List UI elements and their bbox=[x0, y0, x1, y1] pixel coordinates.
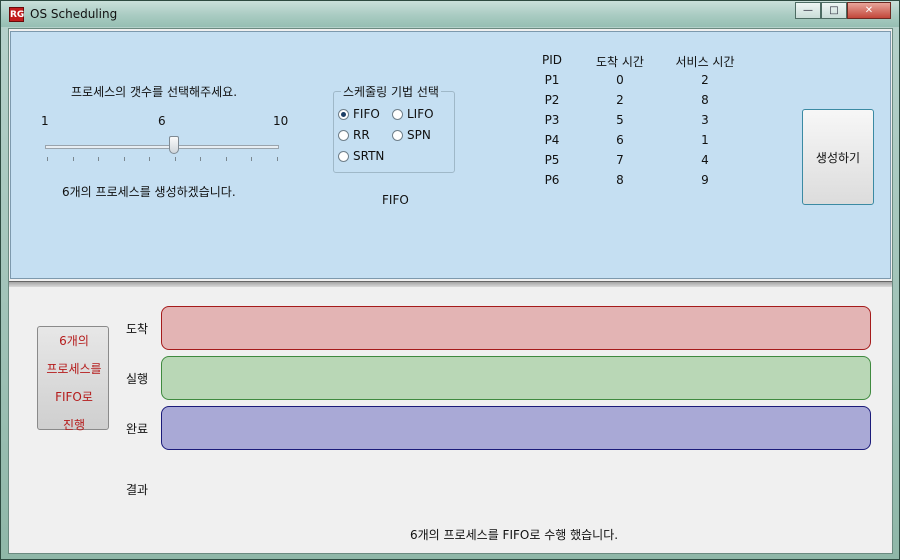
radio-srtn-label: SRTN bbox=[353, 149, 385, 163]
radio-dot-lifo bbox=[392, 108, 403, 120]
table-cell: P2 bbox=[544, 93, 560, 107]
close-button[interactable]: ✕ bbox=[847, 2, 891, 19]
panel-splitter[interactable] bbox=[9, 281, 892, 287]
slider-tick bbox=[72, 157, 74, 161]
slider-tick bbox=[276, 157, 278, 161]
radio-spn[interactable]: SPN bbox=[392, 128, 431, 142]
radio-lifo-label: LIFO bbox=[407, 107, 434, 121]
slider-tick bbox=[225, 157, 227, 161]
table-cell: P1 bbox=[544, 73, 560, 87]
window-controls: — □ ✕ bbox=[795, 2, 891, 19]
table-cell: 8 bbox=[616, 173, 624, 187]
app-icon: RG bbox=[9, 7, 24, 22]
settings-panel: 프로세스의 갯수를 선택해주세요. 1 6 10 6개의 프로세스를 생성하겠습… bbox=[10, 31, 891, 279]
status-line: 6개의 bbox=[59, 334, 89, 348]
status-line: 프로세스를 bbox=[46, 362, 102, 376]
minimize-button[interactable]: — bbox=[795, 2, 821, 19]
table-header-pid: PID bbox=[541, 53, 562, 67]
arrive-lane bbox=[161, 306, 871, 350]
slider-min-label: 1 bbox=[41, 114, 49, 128]
slider-thumb[interactable] bbox=[169, 136, 180, 154]
radio-rr-label: RR bbox=[353, 128, 370, 142]
slider-max-label: 10 bbox=[273, 114, 289, 128]
radio-dot-srtn bbox=[338, 150, 349, 162]
table-cell: 1 bbox=[701, 133, 709, 147]
table-cell: 9 bbox=[701, 173, 709, 187]
process-count-slider[interactable] bbox=[45, 145, 279, 149]
table-cell: P6 bbox=[544, 173, 560, 187]
table-cell: P5 bbox=[544, 153, 560, 167]
table-cell: 5 bbox=[616, 113, 624, 127]
slider-tick bbox=[174, 157, 176, 161]
table-cell: 2 bbox=[701, 73, 709, 87]
selected-algorithm-label: FIFO bbox=[382, 193, 409, 207]
slider-tick bbox=[123, 157, 125, 161]
slider-tick bbox=[251, 157, 252, 161]
status-box: 6개의 프로세스를 FIFO로 진행 bbox=[37, 326, 109, 432]
algorithm-group-title: 스케줄링 기법 선택 bbox=[341, 83, 441, 100]
process-count-message: 6개의 프로세스를 생성하겠습니다. bbox=[62, 185, 236, 199]
radio-fifo[interactable]: FIFO bbox=[338, 107, 380, 121]
radio-rr[interactable]: RR bbox=[338, 128, 370, 142]
app-window: RG OS Scheduling — □ ✕ 프로세스의 갯수를 선택해주세요.… bbox=[0, 0, 900, 560]
table-cell: 6 bbox=[616, 133, 624, 147]
table-cell: P3 bbox=[544, 113, 560, 127]
radio-lifo[interactable]: LIFO bbox=[392, 107, 434, 121]
radio-dot-fifo bbox=[338, 108, 349, 120]
table-cell: 7 bbox=[616, 153, 624, 167]
slider-tick bbox=[98, 157, 99, 161]
table-cell: P4 bbox=[544, 133, 560, 147]
client-area: 프로세스의 갯수를 선택해주세요. 1 6 10 6개의 프로세스를 생성하겠습… bbox=[8, 28, 893, 554]
table-cell: 0 bbox=[616, 73, 624, 87]
table-cell: 8 bbox=[701, 93, 709, 107]
slider-tick bbox=[149, 157, 150, 161]
table-cell: 4 bbox=[701, 153, 709, 167]
table-cell: 2 bbox=[616, 93, 624, 107]
radio-srtn[interactable]: SRTN bbox=[338, 149, 384, 163]
status-line: 진행 bbox=[62, 418, 86, 432]
arrive-lane-label: 도착 bbox=[126, 322, 149, 336]
table-cell: 3 bbox=[701, 113, 709, 127]
title-bar[interactable]: RG OS Scheduling — □ ✕ bbox=[1, 1, 899, 27]
radio-fifo-label: FIFO bbox=[353, 107, 380, 121]
done-lane-label: 완료 bbox=[126, 422, 149, 436]
status-line: FIFO로 bbox=[55, 390, 93, 404]
result-summary: 6개의 프로세스를 FIFO로 수행 했습니다. bbox=[410, 528, 619, 542]
run-lane bbox=[161, 356, 871, 400]
process-count-prompt: 프로세스의 갯수를 선택해주세요. bbox=[71, 85, 238, 99]
table-header-arrival: 도착 시간 bbox=[596, 55, 644, 69]
table-header-service: 서비스 시간 bbox=[675, 55, 735, 69]
radio-spn-label: SPN bbox=[407, 128, 431, 142]
maximize-button[interactable]: □ bbox=[821, 2, 847, 19]
slider-tick bbox=[47, 157, 48, 161]
result-label: 결과 bbox=[126, 483, 149, 497]
done-lane bbox=[161, 406, 871, 450]
slider-current-label: 6 bbox=[158, 114, 166, 128]
slider-tick bbox=[200, 157, 201, 161]
radio-dot-rr bbox=[338, 129, 349, 141]
generate-button[interactable]: 생성하기 bbox=[802, 109, 874, 205]
run-lane-label: 실행 bbox=[126, 372, 149, 386]
window-title: OS Scheduling bbox=[30, 7, 118, 21]
radio-dot-spn bbox=[392, 129, 403, 141]
